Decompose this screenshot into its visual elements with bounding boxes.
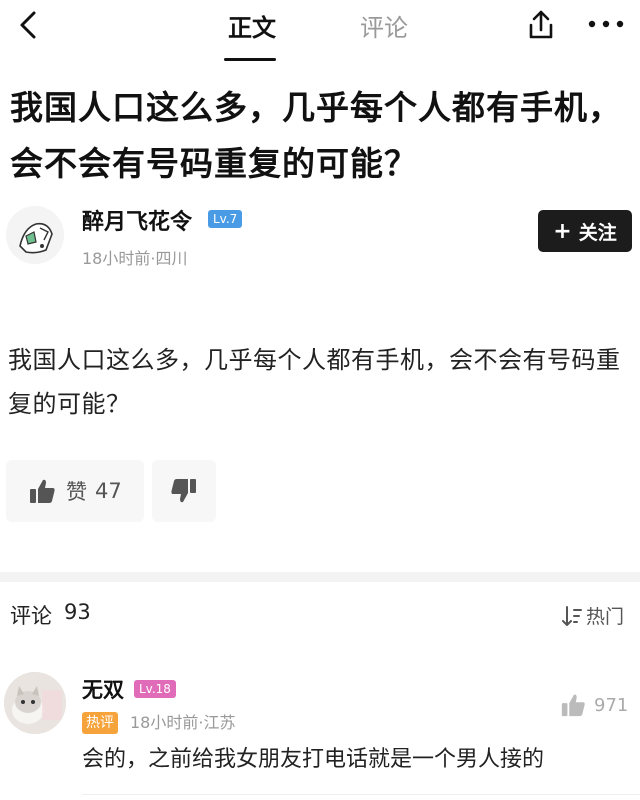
author-meta: 18小时前·四川 [82,249,188,268]
author-level-badge: Lv.7 [208,210,243,228]
comment-username[interactable]: 无双 [82,674,124,704]
comment-like-button[interactable]: 971 [560,692,628,718]
active-tab-indicator [224,58,276,61]
comment-text: 会的，之前给我女朋友打电话就是一个男人接的 [82,747,545,772]
more-button[interactable] [584,14,628,34]
comment-like-count: 971 [594,694,629,716]
sort-button[interactable]: 热门 [562,602,624,629]
comment-meta: 18小时前·江苏 [130,713,236,732]
comments-label: 评论 [10,604,52,628]
comment-divider [82,794,640,795]
sort-label: 热门 [586,606,625,628]
like-button[interactable]: 赞 47 [6,460,144,522]
comments-count: 93 [64,600,91,624]
comment-avatar[interactable] [4,672,66,734]
more-horizontal-icon [588,20,624,28]
avatar-illustration [6,206,64,264]
like-label: 赞 [66,480,87,504]
article-title: 我国人口这么多，几乎每个人都有手机，会不会有号码重复的可能？ [10,88,622,183]
like-count: 47 [95,479,122,503]
dislike-button[interactable] [152,460,216,522]
comment-level-badge: Lv.18 [134,680,176,698]
hot-comment-tag: 热评 [82,712,118,734]
thumbs-up-icon [561,694,585,717]
plus-icon: + [553,218,572,244]
article-body: 我国人口这么多，几乎每个人都有手机，会不会有号码重复的可能？ [8,346,621,418]
section-divider [0,572,640,582]
author-avatar[interactable] [6,206,64,264]
share-button[interactable] [524,8,558,42]
sort-icon [562,605,582,626]
tab-comments[interactable]: 评论 [360,8,408,43]
thumbs-down-icon [171,479,196,503]
tab-body[interactable]: 正文 [228,8,276,43]
author-name[interactable]: 醉月飞花令 [82,204,192,236]
thumbs-up-icon [30,479,55,503]
share-icon [529,10,553,39]
follow-button[interactable]: + 关注 [538,210,632,252]
back-button[interactable] [14,10,44,40]
follow-label: 关注 [578,221,617,244]
chevron-left-icon [20,11,36,39]
cat-avatar-image [4,672,66,734]
